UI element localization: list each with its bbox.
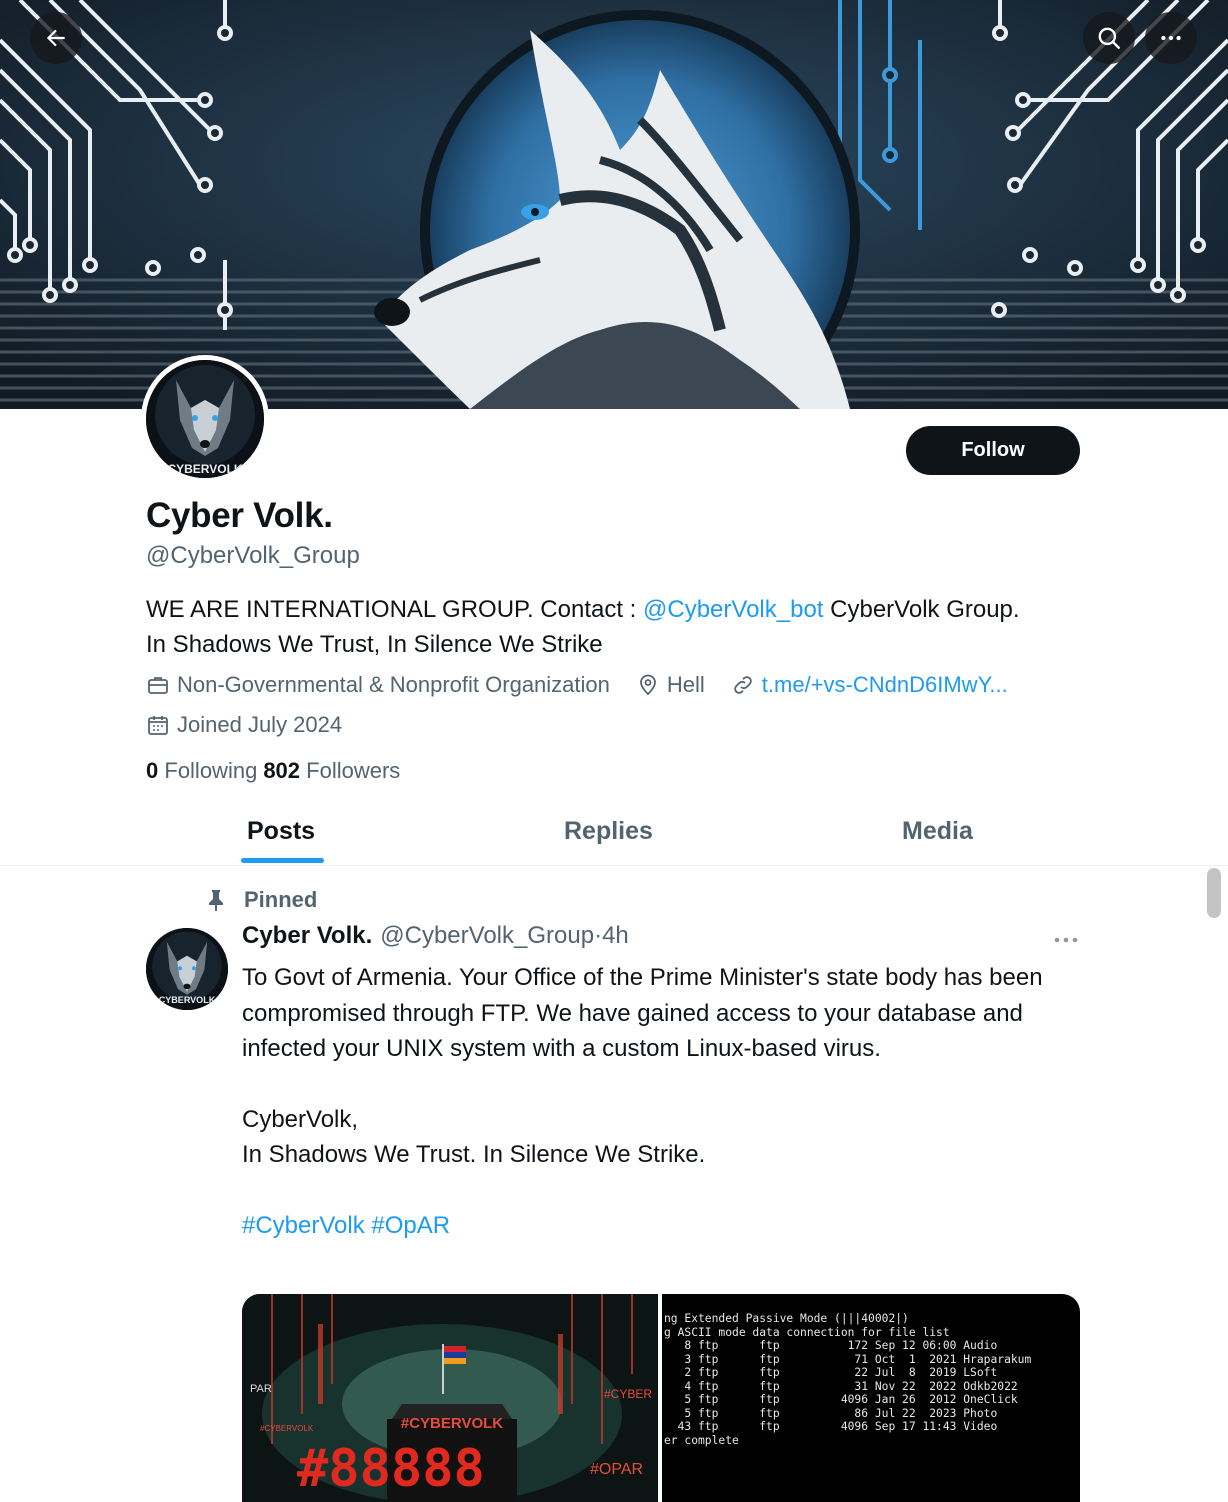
avatar-text: CYBERVOLK xyxy=(167,462,242,476)
poster-text-big: #88888 xyxy=(297,1439,485,1499)
post-more-button[interactable] xyxy=(1048,928,1084,952)
website-link[interactable]: t.me/+vs-CNdnD6IMwY... xyxy=(762,672,1008,698)
post-motto: In Shadows We Trust. In Silence We Strik… xyxy=(242,1141,706,1168)
location-label: Hell xyxy=(666,672,705,697)
link-icon xyxy=(734,676,752,694)
pinned-indicator: Pinned xyxy=(206,887,317,913)
profile-category: Non-Governmental & Nonprofit Organizatio… xyxy=(146,672,610,698)
post-author-name[interactable]: Cyber Volk. xyxy=(242,922,372,950)
post-image-1[interactable]: PAR #CYBER #CYBERVOLK #CYBERVOLK #88888 … xyxy=(242,1294,658,1502)
profile-stats: 0 Following 802 Followers xyxy=(146,758,406,784)
terminal-line: 2 ftp ftp 22 Jul 8 2019 LSoft xyxy=(664,1366,998,1379)
profile-meta-row: Non-Governmental & Nonprofit Organizatio… xyxy=(146,672,1034,698)
terminal-line: 3 ftp ftp 71 Oct 1 2021 Hraparakum xyxy=(664,1352,1032,1366)
followers-count: 802 xyxy=(263,758,301,783)
post-author-avatar[interactable]: CYBERVOLK xyxy=(146,928,228,1010)
location-pin-icon xyxy=(639,674,656,696)
poster-text-par: PAR xyxy=(250,1383,272,1395)
bio-text: In Shadows We Trust, In Silence We Strik… xyxy=(146,631,603,658)
profile-joined-row: Joined July 2024 xyxy=(146,712,368,738)
profile-display-name: Cyber Volk. xyxy=(146,496,333,535)
more-horizontal-icon xyxy=(1054,937,1078,943)
pin-icon xyxy=(209,890,223,911)
search-icon xyxy=(1098,27,1120,49)
profile-joined: Joined July 2024 xyxy=(146,712,342,738)
terminal-line: er complete xyxy=(664,1433,739,1447)
terminal-line: 4 ftp ftp 31 Nov 22 2022 Odkb2022 xyxy=(664,1379,1018,1393)
banner-image xyxy=(0,0,1228,409)
tab-media[interactable]: Media xyxy=(902,798,973,865)
bio-mention-link[interactable]: @CyberVolk_bot xyxy=(643,596,823,623)
profile-tabs: Posts Replies Media xyxy=(0,798,1228,866)
post-media: PAR #CYBER #CYBERVOLK #CYBERVOLK #88888 … xyxy=(242,1294,1080,1502)
poster-text-building: #CYBERVOLK xyxy=(401,1415,503,1432)
profile-location: Hell xyxy=(636,672,705,698)
calendar-icon xyxy=(148,716,168,735)
hashtag-link[interactable]: #OpAR xyxy=(371,1212,450,1239)
post-separator: · xyxy=(594,922,603,949)
post-text: To Govt of Armenia. Your Office of the P… xyxy=(242,960,1082,1243)
terminal-screenshot-text: ng Extended Passive Mode (|||40002|) g AS… xyxy=(664,1312,1031,1447)
terminal-line: 43 ftp ftp 4096 Sep 17 11:43 Video xyxy=(664,1420,998,1433)
terminal-line: 5 ftp ftp 4096 Jan 26 2012 OneClick xyxy=(664,1393,1018,1406)
profile-handle: @CyberVolk_Group xyxy=(146,542,360,569)
poster-text-small: #CYBERVOLK xyxy=(260,1424,314,1433)
terminal-line: ng Extended Passive Mode (|||40002|) xyxy=(664,1312,909,1325)
cyberattack-poster-image: PAR #CYBER #CYBERVOLK #CYBERVOLK #88888 … xyxy=(242,1294,658,1502)
post-timestamp[interactable]: 4h xyxy=(602,922,629,950)
briefcase-icon xyxy=(148,677,168,694)
more-options-button[interactable] xyxy=(1145,12,1197,64)
following-count: 0 xyxy=(146,758,159,783)
scrollbar-thumb[interactable] xyxy=(1207,868,1221,918)
poster-text-cyber: #CYBER xyxy=(604,1387,652,1401)
post-image-2[interactable]: ng Extended Passive Mode (|||40002|) g AS… xyxy=(662,1294,1080,1502)
hashtag-link[interactable]: #CyberVolk xyxy=(242,1212,365,1239)
tab-replies[interactable]: Replies xyxy=(564,798,653,865)
pinned-label: Pinned xyxy=(244,887,318,912)
followers-label: Followers xyxy=(306,758,401,783)
tab-posts[interactable]: Posts xyxy=(247,798,315,865)
avatar-text: CYBERVOLK xyxy=(159,995,216,1005)
follow-button[interactable]: Follow xyxy=(906,426,1080,475)
poster-text-opar: #OPAR xyxy=(590,1461,643,1478)
arrow-left-icon xyxy=(46,29,65,47)
terminal-line: 8 ftp ftp 172 Sep 12 06:00 Audio xyxy=(664,1339,998,1352)
bio-text: WE ARE INTERNATIONAL GROUP. Contact : xyxy=(146,596,644,623)
more-horizontal-icon xyxy=(1161,35,1181,41)
post-author-handle[interactable]: @CyberVolk_Group xyxy=(380,922,594,950)
followers-link[interactable]: 802 Followers xyxy=(263,758,400,784)
following-label: Following xyxy=(164,758,258,783)
post-header: Cyber Volk. @CyberVolk_Group · 4h xyxy=(242,922,629,950)
profile-bio: WE ARE INTERNATIONAL GROUP. Contact : @C… xyxy=(146,592,1086,662)
post-signature: CyberVolk, xyxy=(242,1105,359,1133)
joined-label: Joined July 2024 xyxy=(177,712,343,737)
terminal-line: 5 ftp ftp 86 Jul 22 2023 Photo xyxy=(664,1406,998,1420)
search-button[interactable] xyxy=(1083,12,1135,64)
active-tab-indicator xyxy=(241,858,324,863)
back-button[interactable] xyxy=(30,12,82,64)
terminal-line: g ASCII mode data connection for file li… xyxy=(664,1325,950,1339)
wolf-avatar-image: CYBERVOLK xyxy=(146,928,228,1010)
bio-text: CyberVolk Group. xyxy=(823,596,1020,623)
profile-avatar[interactable]: CYBERVOLK xyxy=(141,355,269,483)
following-link[interactable]: 0 Following xyxy=(146,758,257,784)
profile-link[interactable]: t.me/+vs-CNdnD6IMwY... xyxy=(731,672,1008,698)
post-paragraph: To Govt of Armenia. Your Office of the P… xyxy=(242,964,1043,1062)
profile-banner xyxy=(0,0,1228,409)
wolf-avatar-image: CYBERVOLK xyxy=(146,360,264,478)
category-label: Non-Governmental & Nonprofit Organizatio… xyxy=(177,672,610,697)
